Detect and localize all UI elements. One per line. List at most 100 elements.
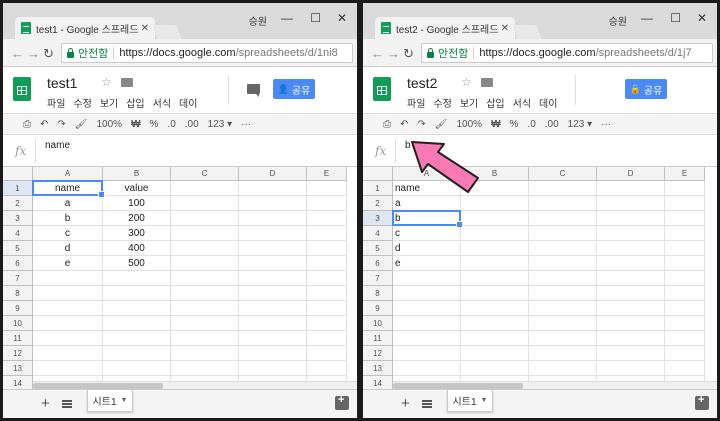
cell-d13[interactable] <box>239 361 307 376</box>
maximize-button[interactable]: ☐ <box>670 11 681 25</box>
menu-insert[interactable]: 삽입 <box>486 95 504 110</box>
cell-a4[interactable]: c <box>393 226 461 241</box>
cell-a6[interactable]: e <box>393 256 461 271</box>
cell-e4[interactable] <box>307 226 347 241</box>
row-header-14[interactable]: 14 <box>363 376 393 389</box>
cell-e7[interactable] <box>665 271 705 286</box>
cell-d4[interactable] <box>239 226 307 241</box>
cell-a10[interactable] <box>33 316 103 331</box>
cell-a3[interactable]: b <box>33 211 103 226</box>
row-header-2[interactable]: 2 <box>363 196 393 211</box>
cell-a11[interactable] <box>33 331 103 346</box>
cell-a5[interactable]: d <box>393 241 461 256</box>
column-header-c[interactable]: C <box>171 167 239 181</box>
menu-view[interactable]: 보기 <box>460 95 478 110</box>
cell-e6[interactable] <box>665 256 705 271</box>
folder-icon[interactable] <box>121 78 133 87</box>
row-header-6[interactable]: 6 <box>3 256 33 271</box>
cell-e11[interactable] <box>307 331 347 346</box>
cell-b7[interactable] <box>103 271 171 286</box>
cell-a9[interactable] <box>393 301 461 316</box>
cell-c13[interactable] <box>529 361 597 376</box>
add-sheet-button[interactable]: + <box>41 395 50 412</box>
horizontal-scrollbar[interactable] <box>33 381 357 389</box>
close-button[interactable]: ✕ <box>337 11 347 25</box>
cell-d12[interactable] <box>239 346 307 361</box>
cell-b9[interactable] <box>461 301 529 316</box>
cell-c4[interactable] <box>171 226 239 241</box>
print-icon[interactable]: ⎙ <box>383 119 391 130</box>
more-icon[interactable]: ··· <box>241 119 251 130</box>
cell-c6[interactable] <box>529 256 597 271</box>
cell-d9[interactable] <box>239 301 307 316</box>
cell-e13[interactable] <box>665 361 705 376</box>
cell-c8[interactable] <box>529 286 597 301</box>
more-icon[interactable]: ··· <box>601 119 611 130</box>
row-header-8[interactable]: 8 <box>3 286 33 301</box>
number-format-select[interactable]: 123 ▾ <box>208 119 232 130</box>
cell-e8[interactable] <box>665 286 705 301</box>
spreadsheet-grid[interactable]: A B C D E 1 name 2 a 3 b 4 c 5 d 6 e 7 8 9 10 11 12 13 14 <box>363 167 717 389</box>
menu-file[interactable]: 파일 <box>47 95 65 110</box>
cell-b3[interactable] <box>461 211 529 226</box>
cell-b4[interactable]: 300 <box>103 226 171 241</box>
back-icon[interactable]: ← <box>11 46 24 61</box>
cell-a8[interactable] <box>393 286 461 301</box>
paint-format-icon[interactable]: 🖌 <box>435 119 448 130</box>
row-header-10[interactable]: 10 <box>363 316 393 331</box>
cell-b12[interactable] <box>103 346 171 361</box>
cell-d7[interactable] <box>239 271 307 286</box>
cell-b12[interactable] <box>461 346 529 361</box>
cell-e8[interactable] <box>307 286 347 301</box>
cell-b9[interactable] <box>103 301 171 316</box>
cell-c3[interactable] <box>171 211 239 226</box>
row-header-2[interactable]: 2 <box>3 196 33 211</box>
column-header-e[interactable]: E <box>307 167 347 181</box>
cell-b11[interactable] <box>461 331 529 346</box>
menu-format[interactable]: 서식 <box>513 95 531 110</box>
redo-icon[interactable]: ↷ <box>57 119 65 130</box>
row-header-5[interactable]: 5 <box>363 241 393 256</box>
column-header-b[interactable]: B <box>103 167 171 181</box>
cell-d5[interactable] <box>239 241 307 256</box>
explore-icon[interactable] <box>335 394 349 410</box>
cell-a5[interactable]: d <box>33 241 103 256</box>
cell-d2[interactable] <box>597 196 665 211</box>
cell-e7[interactable] <box>307 271 347 286</box>
folder-icon[interactable] <box>481 78 493 87</box>
paint-format-icon[interactable]: 🖌 <box>75 119 88 130</box>
undo-icon[interactable]: ↶ <box>400 119 408 130</box>
formula-input[interactable]: name <box>45 140 70 151</box>
menu-data[interactable]: 데이 <box>179 95 197 110</box>
redo-icon[interactable]: ↷ <box>417 119 425 130</box>
menu-data[interactable]: 데이 <box>539 95 557 110</box>
cell-c11[interactable] <box>171 331 239 346</box>
cell-c11[interactable] <box>529 331 597 346</box>
column-header-d[interactable]: D <box>597 167 665 181</box>
row-header-6[interactable]: 6 <box>363 256 393 271</box>
sheet-tab[interactable]: 시트1 ▼ <box>447 390 493 412</box>
cell-b2[interactable] <box>461 196 529 211</box>
cell-d8[interactable] <box>239 286 307 301</box>
close-button[interactable]: ✕ <box>697 11 707 25</box>
cell-a7[interactable] <box>33 271 103 286</box>
cell-d3[interactable] <box>597 211 665 226</box>
cell-e3[interactable] <box>307 211 347 226</box>
row-header-11[interactable]: 11 <box>3 331 33 346</box>
cell-b4[interactable] <box>461 226 529 241</box>
sheets-logo-icon[interactable] <box>13 77 31 101</box>
cell-c6[interactable] <box>171 256 239 271</box>
cell-c5[interactable] <box>529 241 597 256</box>
cell-a7[interactable] <box>393 271 461 286</box>
cell-b3[interactable]: 200 <box>103 211 171 226</box>
cell-d11[interactable] <box>597 331 665 346</box>
cell-a8[interactable] <box>33 286 103 301</box>
cell-e12[interactable] <box>665 346 705 361</box>
row-header-12[interactable]: 12 <box>3 346 33 361</box>
row-header-5[interactable]: 5 <box>3 241 33 256</box>
row-header-13[interactable]: 13 <box>3 361 33 376</box>
menu-format[interactable]: 서식 <box>153 95 171 110</box>
cell-c1[interactable] <box>529 181 597 196</box>
undo-icon[interactable]: ↶ <box>40 119 48 130</box>
percent-button[interactable]: % <box>510 119 519 130</box>
